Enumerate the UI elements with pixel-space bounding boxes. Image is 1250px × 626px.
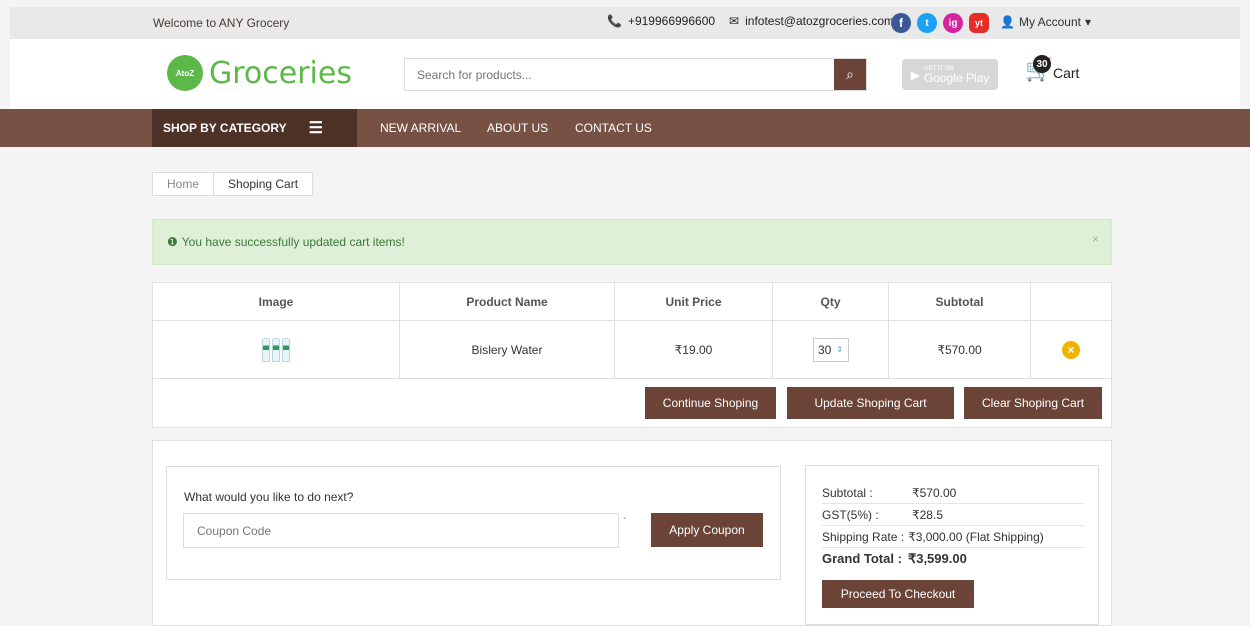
col-image: Image (153, 283, 400, 320)
grand-total-value: ₹3,599.00 (907, 551, 967, 566)
coupon-code-input[interactable]: Coupon Code (183, 513, 619, 548)
facebook-icon[interactable]: f (891, 13, 911, 33)
order-totals: Subtotal : ₹570.00 GST(5%) : ₹28.5 Shipp… (805, 465, 1099, 625)
logo-text: Groceries (209, 55, 352, 91)
cart-icon: 🛒30 (1025, 55, 1052, 85)
continue-shopping-button[interactable]: Continue Shoping (645, 387, 776, 419)
top-bar: Welcome to ANY Grocery 📞 +919966996600 ✉… (10, 7, 1240, 39)
col-product-name: Product Name (400, 283, 615, 320)
shipping-row: Shipping Rate : ₹3,000.00 (Flat Shipping… (822, 530, 1084, 548)
update-cart-button[interactable]: Update Shoping Cart (787, 387, 954, 419)
contact-info: 📞 +919966996600 ✉ infotest@atozgroceries… (607, 14, 894, 28)
site-logo[interactable]: AtoZ Groceries (167, 55, 352, 91)
info-icon: ❶ (167, 235, 178, 249)
nav-contact-us[interactable]: CONTACT US (575, 121, 652, 135)
alert-close-icon[interactable]: × (1092, 232, 1099, 246)
product-name[interactable]: Bislery Water (400, 321, 615, 378)
shipping-value: ₹3,000.00 (Flat Shipping) (908, 530, 1044, 544)
product-image[interactable] (153, 321, 400, 378)
alert-message: You have successfully updated cart items… (181, 235, 405, 249)
breadcrumb-current: Shoping Cart (228, 177, 299, 191)
row-subtotal: ₹570.00 (889, 321, 1031, 378)
subtotal-value: ₹570.00 (912, 486, 957, 500)
shop-by-category-label: SHOP BY CATEGORY (163, 121, 287, 135)
col-remove (1031, 283, 1111, 320)
subtotal-label: Subtotal : (822, 486, 873, 500)
table-header-row: Image Product Name Unit Price Qty Subtot… (153, 283, 1111, 321)
search-icon: ⌕ (846, 66, 854, 82)
cart-count-badge: 30 (1033, 55, 1051, 73)
proceed-to-checkout-button[interactable]: Proceed To Checkout (822, 580, 974, 608)
gst-row: GST(5%) : ₹28.5 (822, 508, 1084, 526)
chevron-down-icon: ▾ (1084, 15, 1092, 29)
subtotal-row: Subtotal : ₹570.00 (822, 486, 1084, 504)
coupon-tick-mark: ` (623, 517, 627, 528)
breadcrumb: Home Shoping Cart (152, 172, 314, 196)
spinner-icon[interactable]: ⇕ (836, 345, 843, 354)
clear-cart-button[interactable]: Clear Shoping Cart (964, 387, 1102, 419)
cart-summary-section: What would you like to do next? Coupon C… (152, 440, 1112, 626)
cart-label: Cart (1053, 65, 1080, 81)
qty-value: 30 (817, 342, 832, 357)
phone-number[interactable]: +919966996600 (628, 14, 715, 28)
my-account-label: My Account (1018, 15, 1081, 29)
shipping-label: Shipping Rate : (822, 530, 905, 544)
main-nav: SHOP BY CATEGORY ☰ NEW ARRIVAL ABOUT US … (0, 109, 1250, 147)
col-subtotal: Subtotal (889, 283, 1031, 320)
google-play-badge[interactable]: ▶ GET IT ON Google Play (902, 59, 998, 90)
success-alert: ❶ You have successfully updated cart ite… (152, 219, 1112, 265)
my-account-menu[interactable]: 👤 My Account ▾ (1000, 15, 1091, 29)
gst-label: GST(5%) : (822, 508, 879, 522)
phone-icon: 📞 (607, 14, 622, 28)
remove-item-icon[interactable]: × (1062, 340, 1080, 359)
nav-about-us[interactable]: ABOUT US (487, 121, 548, 135)
twitter-icon[interactable]: t (917, 13, 937, 33)
search-input[interactable] (405, 59, 834, 90)
gplay-label: Google Play (923, 70, 990, 85)
youtube-icon[interactable]: yt (969, 13, 989, 33)
grand-total-label: Grand Total : (822, 551, 902, 566)
coupon-box: What would you like to do next? Coupon C… (166, 466, 781, 580)
gst-value: ₹28.5 (912, 508, 943, 522)
instagram-icon[interactable]: ig (943, 13, 963, 33)
logo-badge: AtoZ (167, 55, 203, 91)
shop-by-category-button[interactable]: SHOP BY CATEGORY ☰ (152, 109, 357, 147)
cart-link[interactable]: 🛒30 Cart (1025, 55, 1080, 85)
site-header: AtoZ Groceries ⌕ ▶ GET IT ON Google Play… (10, 39, 1240, 109)
quantity-stepper[interactable]: 30 ⇕ (812, 337, 849, 362)
unit-price: ₹19.00 (615, 321, 773, 378)
search-bar: ⌕ (404, 58, 867, 91)
col-qty: Qty (773, 283, 889, 320)
table-row: Bislery Water ₹19.00 30 ⇕ ₹570.00 × (153, 321, 1111, 379)
apply-coupon-button[interactable]: Apply Coupon (651, 513, 763, 547)
cart-table: Image Product Name Unit Price Qty Subtot… (152, 282, 1112, 428)
water-bottles-image (262, 337, 290, 362)
next-step-question: What would you like to do next? (184, 490, 354, 504)
col-unit-price: Unit Price (615, 283, 773, 320)
search-button[interactable]: ⌕ (834, 59, 866, 90)
user-icon: 👤 (1000, 15, 1015, 29)
breadcrumb-home[interactable]: Home (153, 173, 215, 195)
grand-total-row: Grand Total : ₹3,599.00 (822, 551, 1084, 570)
email-address[interactable]: infotest@atozgroceries.com (745, 14, 894, 28)
hamburger-icon: ☰ (308, 120, 323, 137)
welcome-text: Welcome to ANY Grocery (153, 16, 290, 30)
nav-new-arrival[interactable]: NEW ARRIVAL (380, 121, 461, 135)
social-links: f t ig yt (891, 13, 989, 33)
email-icon: ✉ (729, 14, 740, 28)
play-icon: ▶ (910, 67, 920, 82)
